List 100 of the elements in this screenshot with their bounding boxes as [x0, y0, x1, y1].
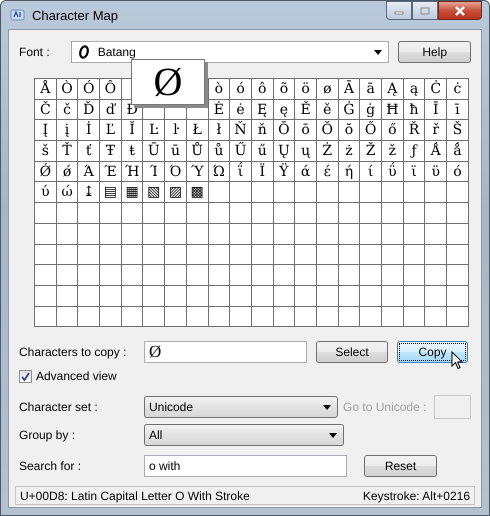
character-cell[interactable] [404, 203, 426, 224]
character-cell[interactable] [425, 182, 448, 204]
character-cell[interactable] [382, 286, 404, 307]
character-cell[interactable]: Ę [252, 100, 274, 120]
character-cell[interactable] [382, 182, 404, 204]
character-cell[interactable] [360, 306, 382, 328]
character-cell[interactable] [35, 265, 57, 286]
character-cell[interactable]: Έ [100, 162, 122, 182]
character-cell[interactable] [56, 244, 78, 266]
character-cell[interactable] [208, 286, 230, 307]
character-cell[interactable] [143, 244, 166, 266]
character-cell[interactable]: Ť [56, 141, 78, 162]
character-cell[interactable]: ϋ [425, 162, 448, 182]
character-cell[interactable]: ō [295, 120, 317, 142]
character-cell[interactable] [295, 203, 317, 224]
character-cell[interactable] [165, 265, 187, 286]
character-cell[interactable]: Ż [316, 141, 339, 162]
character-cell[interactable]: Ł [186, 120, 208, 142]
character-cell[interactable]: Ħ [382, 100, 404, 120]
character-cell[interactable]: ö [295, 79, 317, 100]
character-cell[interactable] [404, 182, 426, 204]
character-cell[interactable] [252, 244, 274, 266]
go-to-unicode-field[interactable] [434, 395, 471, 420]
character-cell[interactable]: ƒ [404, 141, 426, 162]
character-cell[interactable]: ǻ [447, 141, 469, 162]
character-cell[interactable] [338, 224, 360, 244]
character-cell[interactable] [230, 286, 252, 307]
character-cell[interactable]: ű [252, 141, 274, 162]
character-cell[interactable] [338, 244, 360, 266]
character-cell[interactable]: Ī [425, 100, 448, 120]
character-cell[interactable] [252, 306, 274, 328]
character-cell[interactable] [122, 306, 144, 328]
character-cell[interactable]: ▨ [165, 182, 187, 204]
character-cell[interactable] [316, 224, 339, 244]
character-cell[interactable]: ī [447, 100, 469, 120]
character-cell[interactable] [316, 182, 339, 204]
character-cell[interactable] [230, 203, 252, 224]
character-cell[interactable]: Ū [143, 141, 166, 162]
character-cell[interactable] [360, 203, 382, 224]
character-cell[interactable]: Ě [295, 100, 317, 120]
character-cell[interactable]: Ŏ [316, 120, 339, 142]
character-cell[interactable] [295, 265, 317, 286]
character-cell[interactable] [360, 265, 382, 286]
character-cell[interactable] [143, 286, 166, 307]
character-cell[interactable]: Ò [56, 79, 78, 100]
character-cell[interactable] [425, 203, 448, 224]
character-cell[interactable] [316, 244, 339, 266]
character-cell[interactable] [425, 265, 448, 286]
character-cell[interactable]: Ó [78, 79, 100, 100]
character-cell[interactable] [338, 286, 360, 307]
character-cell[interactable] [295, 224, 317, 244]
character-cell[interactable]: ↨ [78, 182, 100, 204]
character-cell[interactable] [208, 182, 230, 204]
character-cell[interactable]: ΰ [382, 162, 404, 182]
advanced-view-checkbox[interactable] [19, 370, 32, 383]
character-cell[interactable]: ė [230, 100, 252, 120]
character-cell[interactable] [186, 286, 208, 307]
character-cell[interactable] [274, 265, 296, 286]
character-cell[interactable] [274, 203, 296, 224]
character-cell[interactable]: Ď [78, 100, 100, 120]
character-cell[interactable] [56, 306, 78, 328]
character-cell[interactable] [252, 265, 274, 286]
character-cell[interactable] [56, 203, 78, 224]
character-cell[interactable] [447, 203, 469, 224]
character-cell[interactable] [425, 224, 448, 244]
character-cell[interactable] [186, 244, 208, 266]
character-cell[interactable]: Š [447, 120, 469, 142]
character-cell[interactable]: ή [338, 162, 360, 182]
character-cell[interactable]: õ [274, 79, 296, 100]
character-cell[interactable] [382, 203, 404, 224]
character-cell[interactable]: ŀ [165, 120, 187, 142]
character-cell[interactable] [230, 265, 252, 286]
character-cell[interactable]: ŏ [338, 120, 360, 142]
character-cell[interactable]: ż [338, 141, 360, 162]
character-cell[interactable] [78, 306, 100, 328]
character-cell[interactable]: ū [165, 141, 187, 162]
character-cell[interactable] [274, 224, 296, 244]
character-cell[interactable] [252, 286, 274, 307]
character-cell[interactable]: Ž [360, 141, 382, 162]
character-cell[interactable]: ▩ [186, 182, 208, 204]
character-cell[interactable]: ϊ [404, 162, 426, 182]
character-cell[interactable]: Ϋ [274, 162, 296, 182]
character-cell[interactable] [404, 244, 426, 266]
character-cell[interactable] [274, 306, 296, 328]
character-cell[interactable] [295, 182, 317, 204]
minimize-button[interactable] [386, 1, 412, 20]
character-cell[interactable] [252, 182, 274, 204]
character-cell[interactable]: ġ [360, 100, 382, 120]
character-cell[interactable] [165, 203, 187, 224]
character-cell[interactable] [230, 182, 252, 204]
close-button[interactable] [438, 1, 482, 20]
character-cell[interactable] [56, 265, 78, 286]
character-cell[interactable]: ώ [56, 182, 78, 204]
character-set-dropdown[interactable]: Unicode [144, 396, 338, 418]
character-cell[interactable] [360, 244, 382, 266]
character-cell[interactable] [447, 286, 469, 307]
character-cell[interactable] [338, 203, 360, 224]
character-cell[interactable] [122, 286, 144, 307]
character-cell[interactable]: Ľ [100, 120, 122, 142]
character-cell[interactable]: č [56, 100, 78, 120]
